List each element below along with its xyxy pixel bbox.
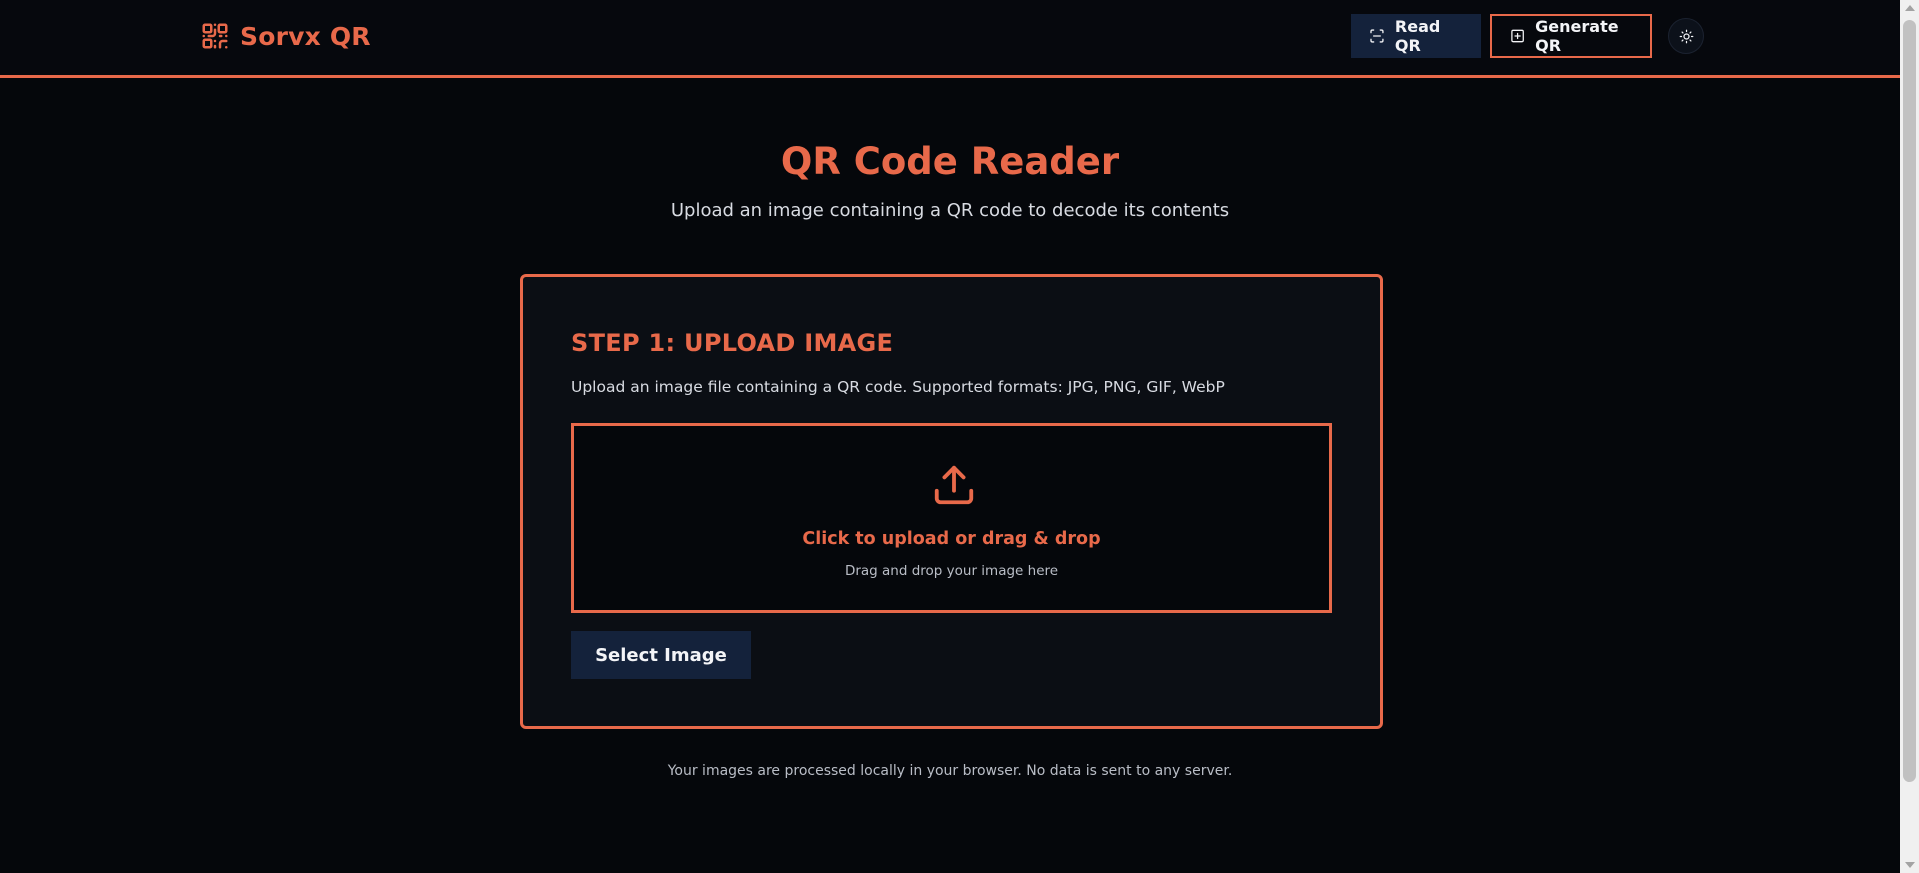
page-subtitle: Upload an image containing a QR code to …: [670, 200, 1230, 221]
qr-code-icon: [202, 23, 228, 49]
step-description: Upload an image file containing a QR cod…: [571, 378, 1225, 396]
brand-name: Sorvx QR: [240, 21, 371, 51]
select-image-button[interactable]: Select Image: [571, 631, 751, 679]
dropzone-title: Click to upload or drag & drop: [802, 529, 1101, 549]
page-title: QR Code Reader: [780, 140, 1120, 183]
top-navbar: Sorvx QR Read QR Generate QR: [0, 0, 1900, 78]
page-scrollbar[interactable]: [1900, 0, 1919, 873]
plus-square-icon: [1511, 29, 1524, 43]
theme-toggle-button[interactable]: [1668, 18, 1704, 54]
generate-qr-button[interactable]: Generate QR: [1490, 14, 1652, 58]
read-qr-button[interactable]: Read QR: [1351, 14, 1481, 58]
read-qr-label: Read QR: [1394, 17, 1441, 55]
scrollbar-thumb[interactable]: [1903, 20, 1916, 782]
scroll-up-arrow-icon[interactable]: [1905, 5, 1915, 11]
sun-icon: [1679, 29, 1693, 43]
privacy-note: Your images are processed locally in you…: [667, 763, 1233, 779]
dropzone-subtitle: Drag and drop your image here: [844, 563, 1059, 579]
step-title: STEP 1: UPLOAD IMAGE: [571, 329, 894, 357]
page: Sorvx QR Read QR Generate QR QR Code Rea…: [0, 0, 1919, 873]
generate-qr-label: Generate QR: [1535, 17, 1619, 55]
upload-icon: [934, 465, 974, 505]
brand-logo-link[interactable]: Sorvx QR: [200, 20, 371, 52]
upload-dropzone[interactable]: Click to upload or drag & drop Drag and …: [571, 423, 1332, 613]
upload-card: STEP 1: UPLOAD IMAGE Upload an image fil…: [520, 274, 1383, 729]
scan-icon: [1370, 29, 1384, 43]
scroll-down-arrow-icon[interactable]: [1905, 862, 1915, 868]
